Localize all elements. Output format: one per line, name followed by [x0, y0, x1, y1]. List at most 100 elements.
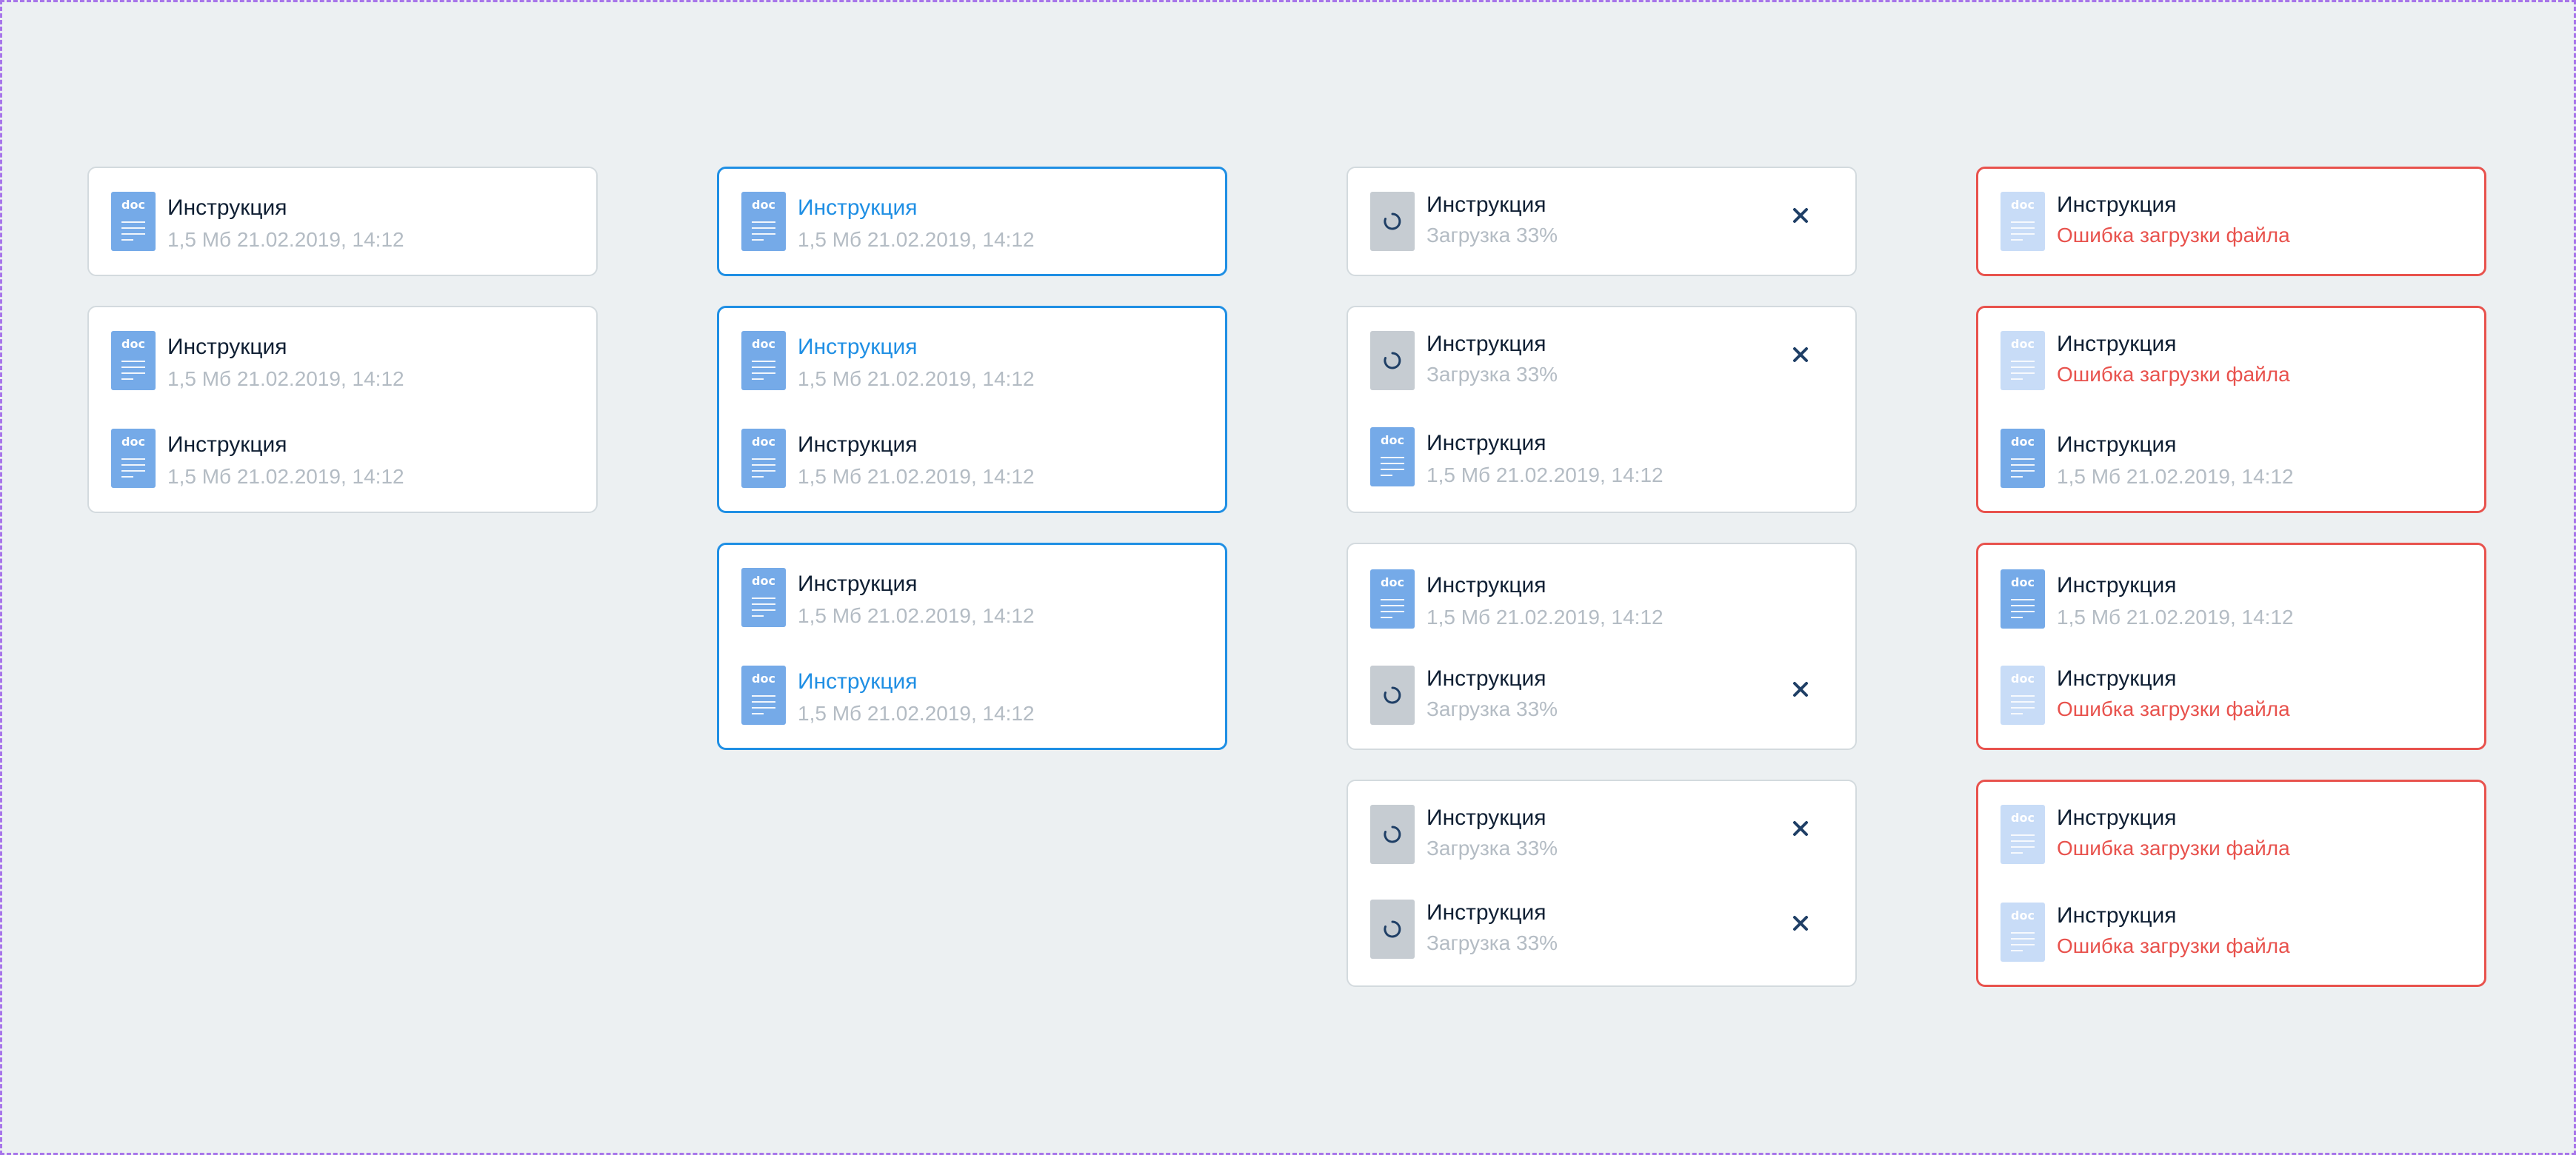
file-item[interactable]: doc Инструкция 1,5 Мб 21.02.2019, 14:12: [2001, 569, 2462, 632]
close-icon: [1793, 916, 1808, 931]
file-item[interactable]: doc Инструкция 1,5 Мб 21.02.2019, 14:12: [111, 331, 574, 393]
file-card: doc Инструкция 1,5 Мб 21.02.2019, 14:12: [87, 167, 598, 276]
file-name: Инструкция: [1427, 806, 1546, 830]
file-meta: 1,5 Мб 21.02.2019, 14:12: [1427, 606, 1664, 629]
file-name: Инструкция: [167, 195, 287, 220]
loading-spinner-icon: [1370, 805, 1415, 864]
doc-file-icon: doc: [1370, 427, 1415, 486]
file-card-error: doc Инструкция 1,5 Мб 21.02.2019, 14:12 …: [1976, 543, 2486, 750]
error-message: Ошибка загрузки файла: [2057, 934, 2290, 957]
upload-item: Инструкция Загрузка 33%: [1370, 666, 1833, 728]
file-name-link[interactable]: Инструкция: [798, 195, 918, 221]
doc-file-icon: doc: [2001, 666, 2045, 725]
loading-spinner-icon: [1370, 900, 1415, 959]
doc-file-icon: doc: [2001, 569, 2045, 629]
cancel-upload-button[interactable]: [1786, 340, 1815, 369]
doc-file-icon: doc: [2001, 903, 2045, 962]
close-icon: [1793, 682, 1808, 697]
file-item[interactable]: doc Инструкция 1,5 Мб 21.02.2019, 14:12: [111, 192, 574, 254]
error-item[interactable]: doc Инструкция Ошибка загрузки файла: [2001, 903, 2462, 965]
file-item[interactable]: doc Инструкция 1,5 Мб 21.02.2019, 14:12: [2001, 429, 2462, 491]
file-name: Инструкция: [167, 432, 287, 457]
upload-item: Инструкция Загрузка 33%: [1370, 331, 1833, 393]
file-meta: 1,5 Мб 21.02.2019, 14:12: [2057, 606, 2294, 629]
file-item[interactable]: doc Инструкция 1,5 Мб 21.02.2019, 14:12: [741, 568, 1203, 630]
close-icon: [1793, 347, 1808, 362]
doc-file-icon: doc: [741, 331, 786, 390]
file-item[interactable]: doc Инструкция 1,5 Мб 21.02.2019, 14:12: [741, 429, 1203, 491]
file-name: Инструкция: [2057, 573, 2177, 597]
error-item[interactable]: doc Инструкция Ошибка загрузки файла: [2001, 666, 2462, 728]
doc-file-icon: doc: [1370, 569, 1415, 629]
doc-file-icon: doc: [741, 192, 786, 251]
upload-status: Загрузка 33%: [1427, 837, 1558, 860]
file-meta: 1,5 Мб 21.02.2019, 14:12: [2057, 465, 2294, 488]
doc-file-icon: doc: [741, 568, 786, 627]
file-item-selected[interactable]: doc Инструкция 1,5 Мб 21.02.2019, 14:12: [741, 666, 1203, 728]
file-card-selected: doc Инструкция 1,5 Мб 21.02.2019, 14:12 …: [717, 543, 1227, 750]
file-item[interactable]: doc Инструкция 1,5 Мб 21.02.2019, 14:12: [111, 429, 574, 491]
file-card-selected: doc Инструкция 1,5 Мб 21.02.2019, 14:12: [717, 167, 1227, 276]
upload-status: Загрузка 33%: [1427, 363, 1558, 386]
close-icon: [1793, 821, 1808, 836]
error-item[interactable]: doc Инструкция Ошибка загрузки файла: [2001, 805, 2462, 867]
error-message: Ошибка загрузки файла: [2057, 224, 2290, 247]
file-card-uploading: Инструкция Загрузка 33% Инструкция Загру…: [1347, 780, 1857, 987]
upload-status: Загрузка 33%: [1427, 931, 1558, 954]
error-message: Ошибка загрузки файла: [2057, 837, 2290, 860]
file-item[interactable]: doc Инструкция 1,5 Мб 21.02.2019, 14:12: [1370, 569, 1833, 632]
close-icon: [1793, 208, 1808, 223]
file-meta: 1,5 Мб 21.02.2019, 14:12: [167, 228, 404, 251]
doc-file-icon: doc: [111, 429, 156, 488]
cancel-upload-button[interactable]: [1786, 674, 1815, 704]
doc-file-icon: doc: [2001, 192, 2045, 251]
file-card-error: doc Инструкция Ошибка загрузки файла doc…: [1976, 780, 2486, 987]
file-name-link[interactable]: Инструкция: [798, 669, 918, 695]
file-name: Инструкция: [2057, 432, 2177, 457]
file-name: Инструкция: [2057, 332, 2177, 356]
file-name: Инструкция: [1427, 332, 1546, 356]
file-card-uploading: doc Инструкция 1,5 Мб 21.02.2019, 14:12 …: [1347, 543, 1857, 750]
file-item[interactable]: doc Инструкция 1,5 Мб 21.02.2019, 14:12: [1370, 427, 1833, 489]
file-meta: 1,5 Мб 21.02.2019, 14:12: [1427, 463, 1664, 486]
cancel-upload-button[interactable]: [1786, 201, 1815, 230]
doc-file-icon: doc: [2001, 331, 2045, 390]
upload-status: Загрузка 33%: [1427, 224, 1558, 247]
doc-file-icon: doc: [111, 192, 156, 251]
file-card-error: doc Инструкция Ошибка загрузки файла: [1976, 167, 2486, 276]
upload-item: Инструкция Загрузка 33%: [1370, 900, 1833, 962]
file-meta: 1,5 Мб 21.02.2019, 14:12: [798, 702, 1035, 725]
file-meta: 1,5 Мб 21.02.2019, 14:12: [798, 367, 1035, 390]
upload-item: Инструкция Загрузка 33%: [1370, 805, 1833, 867]
error-item[interactable]: doc Инструкция Ошибка загрузки файла: [2001, 192, 2462, 254]
doc-file-icon: doc: [111, 331, 156, 390]
file-meta: 1,5 Мб 21.02.2019, 14:12: [167, 465, 404, 488]
file-card-uploading: Инструкция Загрузка 33% doc Инструкция 1…: [1347, 306, 1857, 513]
doc-file-icon: doc: [2001, 805, 2045, 864]
error-message: Ошибка загрузки файла: [2057, 363, 2290, 386]
file-item-selected[interactable]: doc Инструкция 1,5 Мб 21.02.2019, 14:12: [741, 331, 1203, 393]
doc-file-icon: doc: [2001, 429, 2045, 488]
file-name: Инструкция: [1427, 431, 1546, 455]
file-name: Инструкция: [2057, 192, 2177, 217]
error-message: Ошибка загрузки файла: [2057, 697, 2290, 720]
upload-status: Загрузка 33%: [1427, 697, 1558, 720]
file-card: doc Инструкция 1,5 Мб 21.02.2019, 14:12 …: [87, 306, 598, 513]
file-card-uploading: Инструкция Загрузка 33%: [1347, 167, 1857, 276]
file-meta: 1,5 Мб 21.02.2019, 14:12: [167, 367, 404, 390]
file-item-selected[interactable]: doc Инструкция 1,5 Мб 21.02.2019, 14:12: [741, 192, 1203, 254]
error-item[interactable]: doc Инструкция Ошибка загрузки файла: [2001, 331, 2462, 393]
cancel-upload-button[interactable]: [1786, 814, 1815, 843]
file-meta: 1,5 Мб 21.02.2019, 14:12: [798, 228, 1035, 251]
doc-file-icon: doc: [741, 666, 786, 725]
upload-item: Инструкция Загрузка 33%: [1370, 192, 1833, 254]
cancel-upload-button[interactable]: [1786, 908, 1815, 938]
file-card-selected: doc Инструкция 1,5 Мб 21.02.2019, 14:12 …: [717, 306, 1227, 513]
file-meta: 1,5 Мб 21.02.2019, 14:12: [798, 465, 1035, 488]
file-name: Инструкция: [1427, 192, 1546, 217]
file-name-link[interactable]: Инструкция: [798, 334, 918, 361]
loading-spinner-icon: [1370, 331, 1415, 390]
file-name: Инструкция: [798, 432, 918, 457]
loading-spinner-icon: [1370, 192, 1415, 251]
file-name: Инструкция: [798, 572, 918, 596]
